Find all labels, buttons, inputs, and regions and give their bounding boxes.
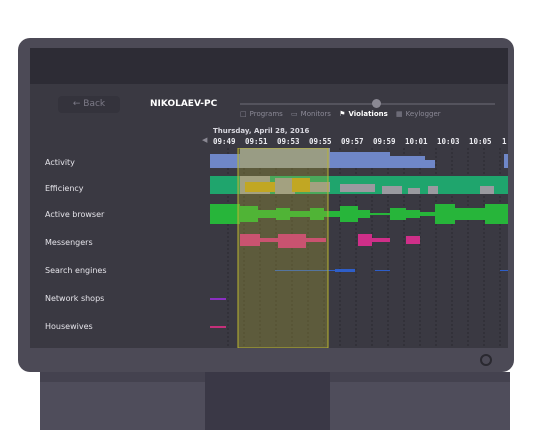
zoom-slider-track[interactable]	[240, 103, 495, 105]
view-tabs: □ Programs ▭ Monitors ⚑ Violations ▦ Keylogg…	[240, 110, 447, 118]
timeline-date: Thursday, April 28, 2016	[213, 127, 310, 135]
scroll-left-icon[interactable]: ◀	[202, 136, 207, 144]
time-label: 10:05	[469, 137, 492, 146]
computer-name: NIKOLAEV-PC	[150, 99, 218, 109]
time-label: 1	[502, 137, 507, 146]
window-top-bar	[30, 48, 508, 84]
keyboard-icon: ▦	[396, 110, 403, 118]
timeline-chart[interactable]	[210, 148, 508, 348]
monitor-icon: ▭	[291, 110, 298, 118]
tab-monitors[interactable]: ▭ Monitors	[291, 110, 331, 118]
row-label-housewives: Housewives	[45, 322, 93, 331]
row-label-efficiency: Efficiency	[45, 184, 84, 193]
row-label-activity: Activity	[45, 158, 75, 167]
time-label: 09:51	[245, 137, 268, 146]
tab-keylogger[interactable]: ▦ Keylogger	[396, 110, 441, 118]
window-icon: □	[240, 110, 247, 118]
row-label-network-shops: Network shops	[45, 294, 105, 303]
back-button[interactable]: ← Back	[58, 96, 120, 113]
app-screen: ← Back NIKOLAEV-PC □ Programs ▭ Monitors ⚑…	[30, 84, 508, 348]
tab-keylogger-label: Keylogger	[405, 110, 441, 118]
time-axis: 09:49 09:51 09:53 09:55 09:57 09:59 10:0…	[210, 137, 508, 147]
time-label: 09:59	[373, 137, 396, 146]
tab-programs-label: Programs	[249, 110, 283, 118]
time-label: 09:55	[309, 137, 332, 146]
selection-range[interactable]	[237, 148, 329, 348]
flag-icon: ⚑	[339, 110, 346, 118]
tab-programs[interactable]: □ Programs	[240, 110, 283, 118]
time-label: 10:01	[405, 137, 428, 146]
time-label: 09:49	[213, 137, 236, 146]
time-label: 09:57	[341, 137, 364, 146]
zoom-slider-handle[interactable]	[372, 99, 381, 108]
time-label: 10:03	[437, 137, 460, 146]
back-button-label: Back	[83, 99, 106, 109]
row-label-active-browser: Active browser	[45, 210, 105, 219]
time-label: 09:53	[277, 137, 300, 146]
housewives-bars	[210, 326, 226, 328]
arrow-left-icon: ←	[72, 99, 81, 109]
power-button[interactable]	[480, 354, 492, 366]
monitor-stand-neck	[205, 372, 330, 430]
shops-bars	[210, 298, 226, 300]
row-label-search-engines: Search engines	[45, 266, 107, 275]
tab-monitors-label: Monitors	[300, 110, 331, 118]
row-label-messengers: Messengers	[45, 238, 93, 247]
tab-violations-label: Violations	[348, 110, 388, 118]
tab-violations[interactable]: ⚑ Violations	[339, 110, 388, 118]
